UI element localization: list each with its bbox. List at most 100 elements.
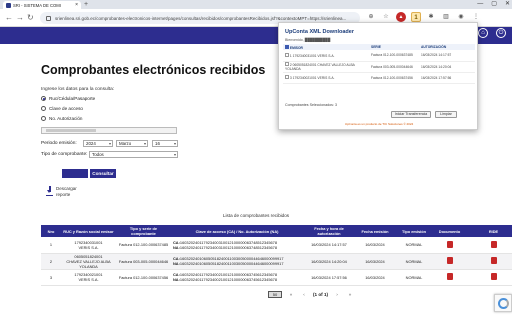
cell-nro: 1 — [41, 237, 61, 254]
col-documento[interactable]: Documento — [433, 225, 466, 237]
cell-ruc: 1792340031001 VERIS S.A. — [61, 237, 116, 254]
col-tipo-emision[interactable]: Tipo emisión — [395, 225, 433, 237]
popup-row[interactable]: 3 1792340021001 VERIS S.A. Factura 012-1… — [283, 72, 475, 84]
maximize-button[interactable]: ▢ — [491, 0, 497, 9]
radio-unselected-icon[interactable] — [41, 106, 46, 111]
day-select[interactable]: 16 ▾ — [152, 140, 178, 147]
browser-tab[interactable]: SRI - SISTEMA DE COMI × — [3, 1, 81, 9]
table-row: 1 1792340031001 VERIS S.A. Factura 012-10… — [41, 237, 512, 254]
col-fecha-emision[interactable]: Fecha emisión — [355, 225, 395, 237]
results-table: Nro RUC y Razón social emisor Tipo y ser… — [41, 225, 512, 286]
extension-red-icon[interactable]: ▲ — [396, 12, 406, 22]
radio-autorizacion[interactable]: No. Autorización — [41, 116, 82, 121]
tab-close-icon[interactable]: × — [75, 2, 78, 8]
new-tab-button[interactable]: + — [84, 1, 88, 8]
xml-document-icon[interactable] — [446, 273, 453, 280]
col-clave[interactable]: Clave de acceso (CA) / No. Autorización … — [171, 225, 303, 237]
tipo-select[interactable]: Todos ▾ — [89, 151, 178, 158]
popup-cell-aut: 16/03/2024 14:20:04 — [419, 61, 475, 73]
tab-strip: SRI - SISTEMA DE COMI × + — ▢ ✕ — [0, 0, 512, 9]
cell-documento — [433, 253, 466, 270]
row-checkbox[interactable] — [285, 62, 289, 66]
popup-table: EMISOR SERIE AUTORIZACIÓN 1 179234003100… — [283, 44, 475, 84]
radio-unselected-icon[interactable] — [41, 116, 46, 121]
upconta-popup: UpConta XML Downloader Bienvenido, █████… — [278, 22, 478, 130]
year-select[interactable]: 2024 ▾ — [83, 140, 113, 147]
col-tipo[interactable]: Tipo y serie de comprobante — [116, 225, 171, 237]
day-value: 16 — [155, 141, 160, 146]
col-fecha-aut[interactable]: Fecha y hora de autorización — [303, 225, 355, 237]
zoom-icon[interactable]: ⊕ — [366, 12, 376, 22]
recaptcha-icon — [498, 298, 509, 309]
year-value: 2024 — [86, 141, 96, 146]
ruc-input[interactable] — [41, 127, 177, 134]
popup-cell-serie: Factura 003-005-000044646 — [369, 61, 419, 73]
page-info: (1 of 1) — [313, 292, 329, 297]
chevron-down-icon: ▾ — [173, 141, 176, 146]
cell-tipo: Factura 003-005-000044646 — [116, 253, 171, 270]
back-arrow-icon[interactable]: ← — [5, 13, 13, 22]
page-size-select[interactable]: 50 — [268, 291, 282, 298]
cell-clave: CA:1603202401179234002100121000000637456… — [171, 269, 303, 286]
sidebar-icon[interactable]: ▥ — [441, 12, 451, 22]
row-checkbox[interactable] — [285, 52, 289, 57]
reload-icon[interactable]: ↻ — [27, 13, 34, 22]
pdf-icon[interactable] — [490, 273, 497, 280]
first-page-button[interactable]: « — [287, 292, 295, 297]
radio-selected-icon[interactable] — [41, 96, 46, 101]
last-page-button[interactable]: » — [346, 292, 354, 297]
close-window-button[interactable]: ✕ — [505, 0, 510, 9]
col-nro[interactable]: Nro — [41, 225, 61, 237]
popup-cell-emisor: 3 1792340021001 VERIS S.A. — [283, 72, 369, 84]
cell-ride — [466, 253, 512, 270]
cell-tipo: Factura 012-100-000637456 — [116, 269, 171, 286]
minimize-button[interactable]: — — [477, 0, 483, 9]
xml-document-icon[interactable] — [446, 240, 453, 248]
cell-tipo-emision: NORMAL — [395, 253, 433, 270]
pdf-icon[interactable] — [490, 240, 497, 248]
popup-cell-aut: 16/03/2024 17:57:56 — [419, 72, 475, 84]
table-header-row: Nro RUC y Razón social emisor Tipo y ser… — [41, 225, 512, 237]
home-icon[interactable]: ⌂ — [478, 28, 488, 38]
power-icon[interactable]: ⏻ — [496, 28, 506, 38]
download-report-link[interactable]: Descargar reporte — [46, 186, 77, 197]
chevron-down-icon: ▾ — [143, 141, 146, 146]
prev-page-button[interactable]: ‹ — [300, 292, 308, 297]
search-button[interactable] — [62, 169, 88, 178]
cell-tipo: Factura 012-100-000637485 — [116, 237, 171, 254]
col-ruc[interactable]: RUC y Razón social emisor — [61, 225, 116, 237]
recaptcha-badge[interactable] — [494, 294, 512, 312]
cell-clave: CA:1603202401179234003100121000000637485… — [171, 237, 303, 254]
radio-clave[interactable]: Clave de acceso — [41, 106, 83, 111]
cell-fecha-aut: 16/03/2024 17:57:56 — [303, 269, 355, 286]
tipo-value: Todos — [92, 152, 104, 157]
menu-kebab-icon[interactable]: ⋮ — [471, 12, 481, 22]
row-checkbox[interactable] — [285, 75, 289, 79]
limpiar-button[interactable]: Limpiar — [435, 111, 457, 118]
popup-cell-serie: Factura 012-100-000637456 — [369, 72, 419, 84]
popup-title: UpConta XML Downloader — [285, 29, 354, 35]
upconta-extension-icon[interactable]: 1 — [411, 12, 421, 22]
month-select[interactable]: Marzo ▾ — [116, 140, 148, 147]
pdf-icon[interactable] — [490, 257, 497, 264]
toolbar-icons: ⊕ ☆ ▲ 1 ✱ ▥ ◉ ⋮ — [366, 12, 481, 22]
ruc-value-redacted — [46, 129, 96, 132]
select-all-checkbox[interactable] — [285, 44, 289, 49]
consultar-button[interactable]: Consultar — [90, 169, 116, 178]
cell-documento — [433, 237, 466, 254]
download-label: Descargar reporte — [56, 186, 77, 197]
col-ride[interactable]: RIDE — [466, 225, 512, 237]
bookmark-star-icon[interactable]: ☆ — [381, 12, 391, 22]
list-title: Lista de comprobantes recibidos — [222, 213, 290, 218]
next-page-button[interactable]: › — [333, 292, 341, 297]
popup-row[interactable]: 1 1792340031001 VERIS S.A. Factura 012-1… — [283, 50, 475, 62]
iniciar-transferencia-button[interactable]: Iniciar Transferencia — [391, 111, 431, 118]
radio-ruc[interactable]: Ruc/Cédula/Pasaporte — [41, 96, 95, 101]
forward-arrow-icon[interactable]: → — [16, 13, 24, 22]
popup-cell-aut: 16/03/2024 14:17:57 — [419, 50, 475, 62]
puzzle-extensions-icon[interactable]: ✱ — [426, 12, 436, 22]
xml-document-icon[interactable] — [446, 257, 453, 264]
popup-row[interactable]: 2 0605051824001 CHAVEZ VALLEJO ALBA YOLA… — [283, 61, 475, 73]
download-icon — [46, 186, 53, 196]
profile-icon[interactable]: ◉ — [456, 12, 466, 22]
